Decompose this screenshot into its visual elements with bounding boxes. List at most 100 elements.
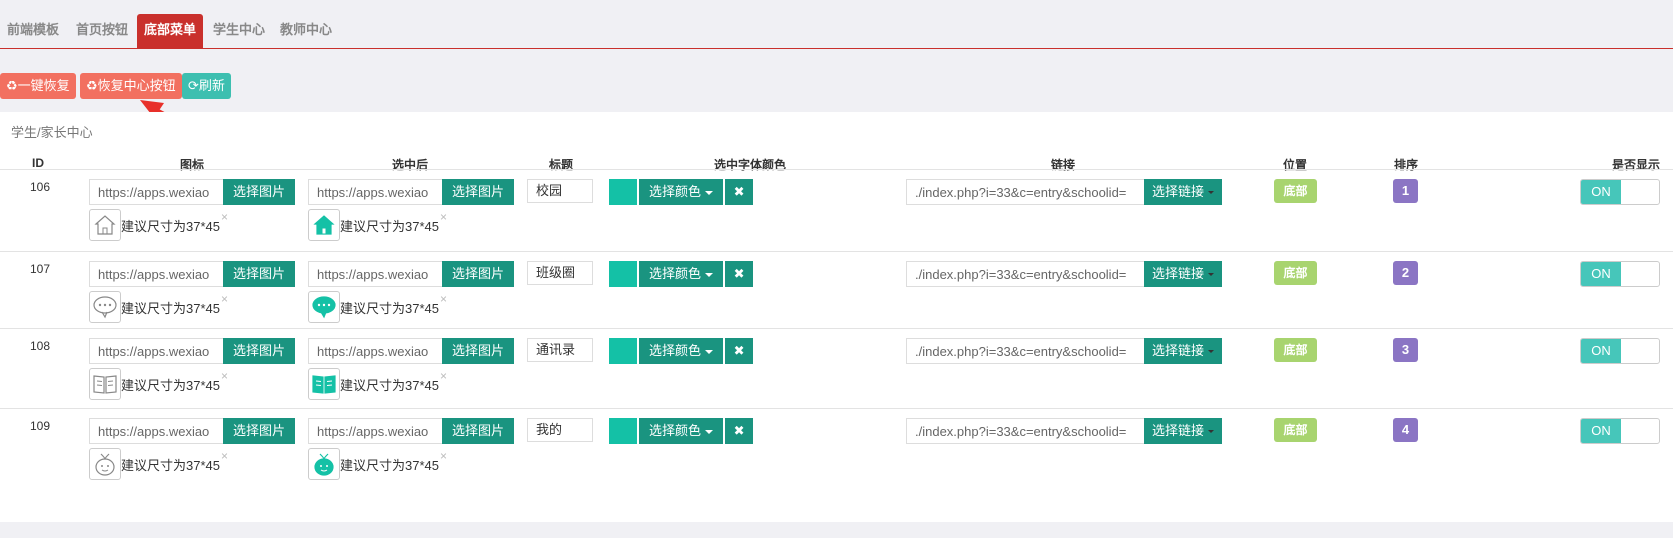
- selected-preview: 建议尺寸为37*45 ×: [308, 291, 447, 323]
- order-badge: 3: [1393, 338, 1418, 362]
- select-color-button[interactable]: 选择颜色: [639, 418, 724, 444]
- color-picker-group: 选择颜色 ✖: [609, 179, 754, 205]
- color-picker-group: 选择颜色 ✖: [609, 338, 754, 364]
- remove-icon[interactable]: ×: [221, 292, 228, 306]
- caret-down-icon: [705, 190, 714, 195]
- select-icon-image-button[interactable]: 选择图片: [223, 261, 296, 287]
- select-link-button[interactable]: 选择链接: [1144, 418, 1223, 444]
- visible-toggle[interactable]: ON: [1580, 418, 1660, 444]
- select-icon-image-button[interactable]: 选择图片: [223, 338, 296, 364]
- title-input[interactable]: 班级圈: [527, 261, 593, 285]
- clear-color-button[interactable]: ✖: [725, 418, 754, 444]
- remove-icon[interactable]: ×: [440, 210, 447, 224]
- remove-icon[interactable]: ×: [440, 449, 447, 463]
- refresh-icon: ⟳: [188, 78, 199, 93]
- color-swatch[interactable]: [609, 338, 637, 364]
- tab-frontend-template[interactable]: 前端模板: [0, 14, 66, 48]
- title-input[interactable]: 校园: [527, 179, 593, 203]
- visible-toggle[interactable]: ON: [1580, 261, 1660, 287]
- remove-icon[interactable]: ×: [221, 369, 228, 383]
- link-input[interactable]: [906, 179, 1144, 205]
- selected-url-input[interactable]: [308, 338, 442, 364]
- icon-url-input[interactable]: [89, 261, 223, 287]
- refresh-button[interactable]: ⟳刷新: [182, 73, 231, 99]
- title-input[interactable]: 我的: [527, 418, 593, 442]
- table-row: 109 选择图片 建议尺寸为37*45 × 选择图片 建议尺寸为37*45 × …: [0, 408, 1673, 490]
- link-input[interactable]: [906, 338, 1144, 364]
- selected-preview: 建议尺寸为37*45 ×: [308, 209, 447, 241]
- icon-preview: 建议尺寸为37*45 ×: [89, 209, 228, 241]
- link-group: 选择链接: [906, 179, 1223, 205]
- size-hint: 建议尺寸为37*45: [121, 457, 220, 473]
- select-link-button[interactable]: 选择链接: [1144, 261, 1223, 287]
- select-color-button[interactable]: 选择颜色: [639, 179, 724, 205]
- size-hint: 建议尺寸为37*45: [121, 377, 220, 393]
- tab-bar: 前端模板 首页按钮 底部菜单 学生中心 教师中心: [0, 14, 1673, 49]
- size-hint: 建议尺寸为37*45: [340, 377, 439, 393]
- visible-toggle[interactable]: ON: [1580, 179, 1660, 205]
- icon-url-input[interactable]: [89, 338, 223, 364]
- selected-url-group: 选择图片: [308, 179, 515, 205]
- link-group: 选择链接: [906, 338, 1223, 364]
- caret-down-icon: [705, 349, 714, 354]
- icon-url-group: 选择图片: [89, 179, 296, 205]
- clear-color-button[interactable]: ✖: [725, 179, 754, 205]
- select-color-button[interactable]: 选择颜色: [639, 338, 724, 364]
- select-icon-image-button[interactable]: 选择图片: [223, 418, 296, 444]
- toggle-on-label: ON: [1581, 339, 1621, 363]
- title-input[interactable]: 通讯录: [527, 338, 593, 362]
- table-row: 107 选择图片 建议尺寸为37*45 × 选择图片 建议尺寸为37*45 × …: [0, 251, 1673, 328]
- user-icon: [308, 448, 340, 480]
- chat-icon: [89, 291, 121, 323]
- section-title: 学生/家长中心: [11, 125, 93, 140]
- row-id: 109: [30, 419, 51, 433]
- select-selected-image-button[interactable]: 选择图片: [442, 418, 515, 444]
- remove-icon[interactable]: ×: [440, 369, 447, 383]
- link-group: 选择链接: [906, 261, 1223, 287]
- tab-teacher-center[interactable]: 教师中心: [273, 14, 339, 48]
- selected-url-input[interactable]: [308, 261, 442, 287]
- icon-url-group: 选择图片: [89, 261, 296, 287]
- clear-color-button[interactable]: ✖: [725, 261, 754, 287]
- book-icon: [308, 368, 340, 400]
- clear-color-button[interactable]: ✖: [725, 338, 754, 364]
- icon-url-input[interactable]: [89, 179, 223, 205]
- link-input[interactable]: [906, 261, 1144, 287]
- selected-preview: 建议尺寸为37*45 ×: [308, 368, 447, 400]
- select-selected-image-button[interactable]: 选择图片: [442, 338, 515, 364]
- tab-student-center[interactable]: 学生中心: [205, 14, 273, 48]
- color-swatch[interactable]: [609, 179, 637, 205]
- remove-icon[interactable]: ×: [221, 210, 228, 224]
- icon-preview: 建议尺寸为37*45 ×: [89, 291, 228, 323]
- table-row: 108 选择图片 建议尺寸为37*45 × 选择图片 建议尺寸为37*45 × …: [0, 328, 1673, 408]
- toggle-on-label: ON: [1581, 262, 1621, 286]
- color-swatch[interactable]: [609, 418, 637, 444]
- link-input[interactable]: [906, 418, 1144, 444]
- row-id: 108: [30, 339, 51, 353]
- icon-preview: 建议尺寸为37*45 ×: [89, 368, 228, 400]
- remove-icon[interactable]: ×: [440, 292, 447, 306]
- icon-url-group: 选择图片: [89, 338, 296, 364]
- caret-down-icon: [1208, 273, 1215, 277]
- icon-url-input[interactable]: [89, 418, 223, 444]
- order-badge: 1: [1393, 179, 1418, 203]
- selected-url-input[interactable]: [308, 179, 442, 205]
- recycle-icon: ♻: [6, 78, 18, 93]
- select-color-button[interactable]: 选择颜色: [639, 261, 724, 287]
- select-icon-image-button[interactable]: 选择图片: [223, 179, 296, 205]
- tab-bottom-menu[interactable]: 底部菜单: [137, 14, 203, 48]
- selected-url-input[interactable]: [308, 418, 442, 444]
- remove-icon[interactable]: ×: [221, 449, 228, 463]
- visible-toggle[interactable]: ON: [1580, 338, 1660, 364]
- caret-down-icon: [1208, 350, 1215, 354]
- order-badge: 2: [1393, 261, 1418, 285]
- select-link-button[interactable]: 选择链接: [1144, 338, 1223, 364]
- tab-home-buttons[interactable]: 首页按钮: [68, 14, 136, 48]
- select-link-button[interactable]: 选择链接: [1144, 179, 1223, 205]
- restore-all-button[interactable]: ♻一键恢复: [0, 73, 76, 99]
- select-selected-image-button[interactable]: 选择图片: [442, 179, 515, 205]
- restore-center-button[interactable]: ♻恢复中心按钮: [80, 73, 182, 99]
- color-picker-group: 选择颜色 ✖: [609, 261, 754, 287]
- select-selected-image-button[interactable]: 选择图片: [442, 261, 515, 287]
- color-swatch[interactable]: [609, 261, 637, 287]
